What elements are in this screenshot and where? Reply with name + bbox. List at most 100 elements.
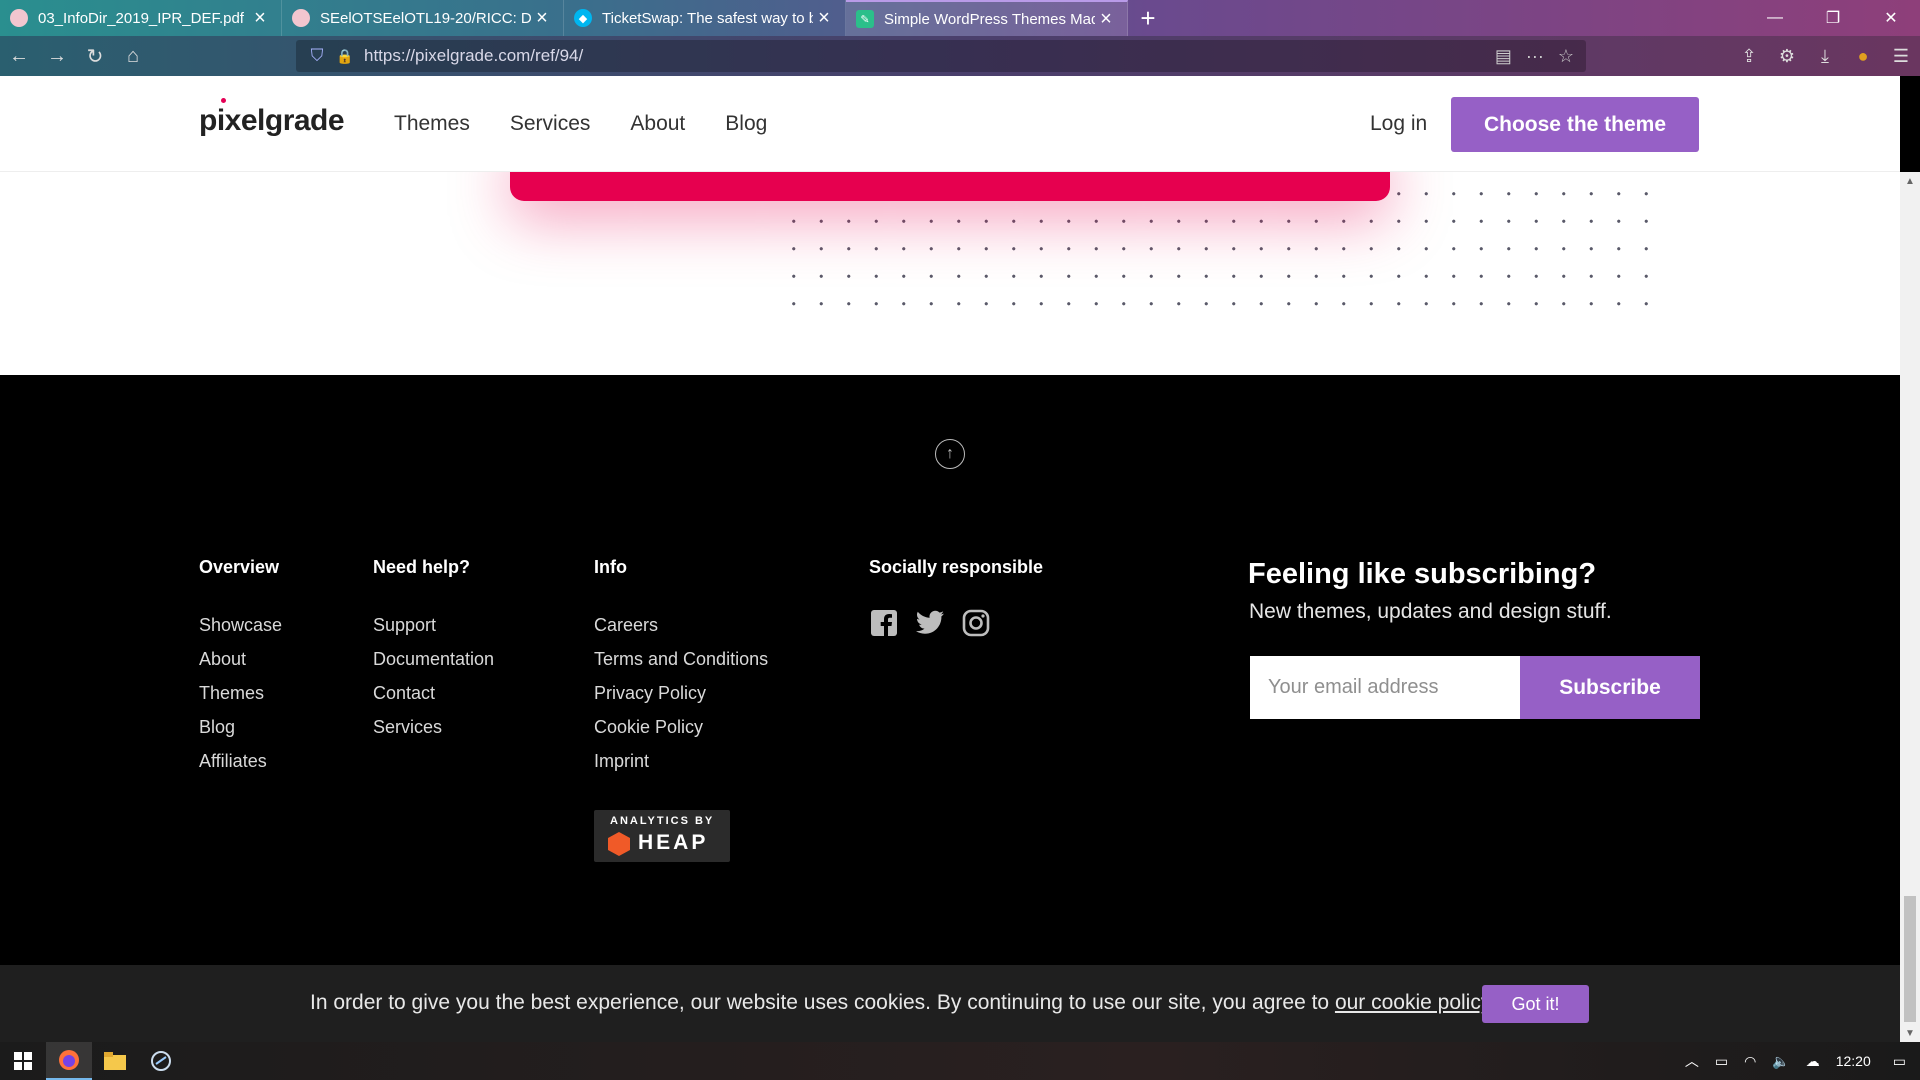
- cookie-policy-link[interactable]: our cookie policy: [1335, 991, 1490, 1014]
- footer-link-terms[interactable]: Terms and Conditions: [594, 642, 768, 676]
- nav-about[interactable]: About: [630, 112, 685, 136]
- restore-icon[interactable]: ❐: [1804, 0, 1862, 36]
- page-actions-icon[interactable]: ···: [1526, 46, 1544, 67]
- twitter-icon[interactable]: [915, 608, 945, 638]
- scroll-down-icon[interactable]: ▼: [1900, 1024, 1920, 1042]
- download-icon[interactable]: ⤓: [1806, 36, 1844, 76]
- pink-card: [510, 172, 1390, 201]
- choose-theme-button[interactable]: Choose the theme: [1451, 97, 1699, 152]
- nav-blog[interactable]: Blog: [725, 112, 767, 136]
- heap-analytics-badge[interactable]: ANALYTICS BY HEAP: [594, 810, 730, 862]
- footer-link-careers[interactable]: Careers: [594, 608, 768, 642]
- scroll-up-icon[interactable]: ▲: [1900, 172, 1920, 190]
- close-window-icon[interactable]: ✕: [1862, 0, 1920, 36]
- battery-icon[interactable]: ▭: [1707, 1053, 1736, 1070]
- tab-title: 03_InfoDir_2019_IPR_DEF.pdf: [38, 9, 244, 27]
- email-field[interactable]: [1250, 656, 1520, 719]
- footer-link-affiliates[interactable]: Affiliates: [199, 744, 282, 778]
- forward-icon[interactable]: →: [38, 40, 76, 72]
- footer-link-blog[interactable]: Blog: [199, 710, 282, 744]
- footer-link-contact[interactable]: Contact: [373, 676, 494, 710]
- library-icon[interactable]: ⇪: [1730, 36, 1768, 76]
- heap-badge-small-text: ANALYTICS BY: [610, 815, 715, 827]
- pdf-favicon-icon: [10, 9, 28, 27]
- close-tab-icon[interactable]: ×: [249, 8, 271, 28]
- clock[interactable]: 12:20: [1828, 1053, 1879, 1069]
- footer-link-about[interactable]: About: [199, 642, 282, 676]
- browser-tab-1[interactable]: 03_InfoDir_2019_IPR_DEF.pdf ×: [0, 0, 282, 36]
- subscribe-button[interactable]: Subscribe: [1520, 656, 1700, 719]
- scrollbar-thumb[interactable]: [1904, 896, 1916, 1022]
- reload-icon[interactable]: ↻: [76, 40, 114, 72]
- footer-column-info: Info Careers Terms and Conditions Privac…: [594, 557, 768, 778]
- footer-column-social: Socially responsible: [869, 557, 1043, 638]
- browser-tab-2[interactable]: SEelOTSEelOTL19-20/RICC: Des ×: [282, 0, 564, 36]
- footer-link-support[interactable]: Support: [373, 608, 494, 642]
- instagram-icon[interactable]: [961, 608, 991, 638]
- page-favicon-icon: [292, 9, 310, 27]
- app-icon[interactable]: [138, 1042, 184, 1080]
- extension-icon[interactable]: ●: [1844, 36, 1882, 76]
- new-tab-button[interactable]: +: [1128, 0, 1168, 36]
- window-controls: — ❐ ✕: [1746, 0, 1920, 36]
- logo-dot: [221, 98, 226, 103]
- close-tab-icon[interactable]: ×: [813, 8, 835, 28]
- footer-link-cookie-policy[interactable]: Cookie Policy: [594, 710, 768, 744]
- nav-services[interactable]: Services: [510, 112, 591, 136]
- footer-heading: Overview: [199, 557, 280, 577]
- windows-taskbar: ︿ ▭ ◠ 🔈 ☁ 12:20 ▭: [0, 1042, 1920, 1080]
- footer-link-documentation[interactable]: Documentation: [373, 642, 494, 676]
- back-icon[interactable]: ←: [0, 40, 38, 72]
- close-tab-icon[interactable]: ×: [531, 8, 553, 28]
- close-tab-icon[interactable]: ×: [1095, 9, 1117, 29]
- firefox-icon[interactable]: [46, 1042, 92, 1080]
- home-icon[interactable]: ⌂: [114, 40, 152, 72]
- footer-link-privacy[interactable]: Privacy Policy: [594, 676, 768, 710]
- nav-themes[interactable]: Themes: [394, 112, 470, 136]
- footer-link-imprint[interactable]: Imprint: [594, 744, 768, 778]
- login-link[interactable]: Log in: [1370, 112, 1427, 136]
- browser-tab-4[interactable]: ✎ Simple WordPress Themes Mad ×: [846, 0, 1128, 36]
- browser-tab-3[interactable]: ◆ TicketSwap: The safest way to b ×: [564, 0, 846, 36]
- gear-icon[interactable]: ⚙: [1768, 36, 1806, 76]
- main-nav: Themes Services About Blog: [394, 112, 767, 136]
- footer-column-overview: Overview Showcase About Themes Blog Affi…: [199, 557, 282, 778]
- shield-icon[interactable]: ⛉: [302, 46, 332, 66]
- toolbar-right: ⇪ ⚙ ⤓ ● ☰: [1730, 36, 1920, 76]
- tab-title: TicketSwap: The safest way to b: [602, 9, 813, 27]
- lock-icon[interactable]: 🔒: [332, 48, 358, 65]
- page-scrollbar[interactable]: ▲ ▼: [1900, 172, 1920, 1042]
- wifi-icon[interactable]: ◠: [1736, 1053, 1764, 1070]
- footer-column-help: Need help? Support Documentation Contact…: [373, 557, 494, 744]
- menu-icon[interactable]: ☰: [1882, 36, 1920, 76]
- subscribe-title: Feeling like subscribing?: [1248, 558, 1597, 590]
- reader-view-icon[interactable]: ▤: [1495, 46, 1512, 67]
- heap-badge-big-text: HEAP: [638, 831, 709, 854]
- footer-link-themes[interactable]: Themes: [199, 676, 282, 710]
- footer-heading: Socially responsible: [869, 557, 1044, 577]
- notifications-icon[interactable]: ▭: [1879, 1053, 1920, 1070]
- cloud-icon[interactable]: ☁: [1798, 1053, 1828, 1070]
- cookie-message: In order to give you the best experience…: [310, 991, 1496, 1015]
- social-icons: [869, 608, 1043, 638]
- got-it-button[interactable]: Got it!: [1482, 985, 1589, 1023]
- footer-link-showcase[interactable]: Showcase: [199, 608, 282, 642]
- logo-text: pixelgrade: [199, 104, 345, 137]
- footer-link-services[interactable]: Services: [373, 710, 494, 744]
- site-logo[interactable]: pixelgrade: [199, 98, 345, 138]
- chevron-up-icon[interactable]: ︿: [1677, 1051, 1707, 1071]
- arrow-up-icon[interactable]: ↑: [935, 439, 965, 469]
- windows-start-icon[interactable]: [0, 1042, 46, 1080]
- system-tray: ︿ ▭ ◠ 🔈 ☁ 12:20 ▭: [1677, 1042, 1920, 1080]
- footer-heading: Info: [594, 557, 627, 577]
- facebook-icon[interactable]: [869, 608, 899, 638]
- url-text[interactable]: https://pixelgrade.com/ref/94/: [358, 46, 1495, 66]
- minimize-icon[interactable]: —: [1746, 0, 1804, 36]
- site-footer: ↑ Overview Showcase About Themes Blog Af…: [0, 375, 1900, 965]
- bookmark-star-icon[interactable]: ☆: [1558, 46, 1574, 67]
- url-bar[interactable]: ⛉ 🔒 https://pixelgrade.com/ref/94/ ▤ ···…: [296, 40, 1586, 72]
- footer-heading: Need help?: [373, 557, 471, 577]
- tab-title: Simple WordPress Themes Mad: [884, 10, 1095, 28]
- file-explorer-icon[interactable]: [92, 1042, 138, 1080]
- volume-muted-icon[interactable]: 🔈: [1764, 1053, 1797, 1070]
